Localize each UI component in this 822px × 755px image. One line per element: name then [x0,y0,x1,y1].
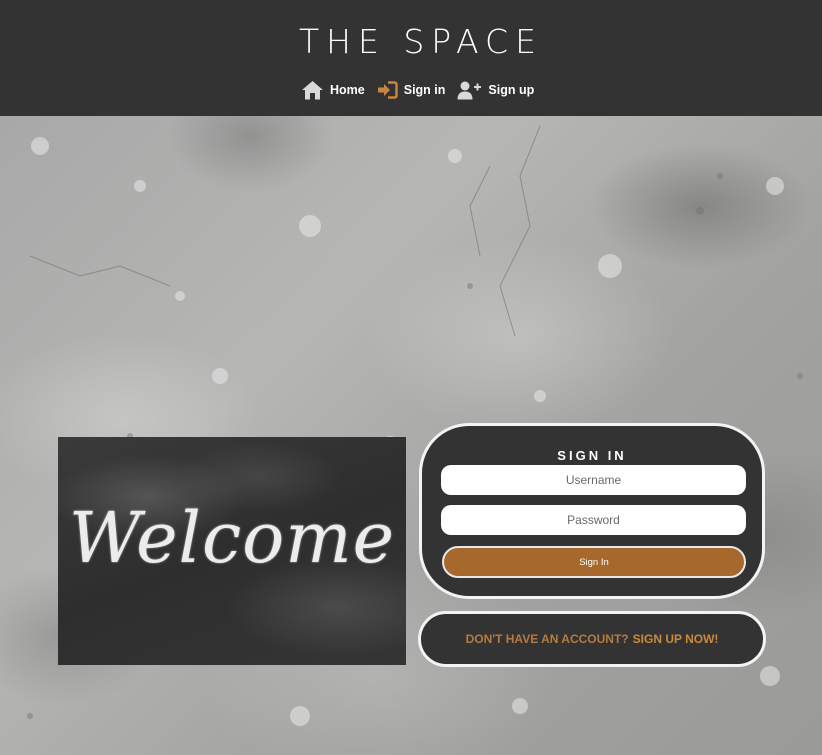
sign-up-prompt-card: DON'T HAVE AN ACCOUNT? SIGN UP NOW! [418,611,766,667]
password-input[interactable] [441,505,746,535]
welcome-text: Welcome [68,497,396,579]
nav-home-label: Home [330,83,365,97]
sign-in-title: SIGN IN [557,448,627,463]
home-icon [302,81,323,100]
nav-home[interactable]: Home [301,80,365,100]
sign-in-form: SIGN IN Sign In [419,423,765,599]
sign-in-button[interactable]: Sign In [442,546,746,578]
welcome-chalkboard-image: Welcome [58,437,406,665]
sign-in-icon [377,81,398,99]
nav-sign-in[interactable]: Sign in [377,81,446,99]
username-input[interactable] [441,465,746,495]
nav-sign-up-label: Sign up [488,83,535,97]
sign-up-link[interactable]: SIGN UP NOW! [633,632,719,646]
top-header: THE SPACE Home Sign in Sign up [0,0,822,116]
brand-logo[interactable]: THE SPACE [299,22,536,62]
main-nav: Home Sign in Sign up [301,78,546,102]
sign-up-prompt: DON'T HAVE AN ACCOUNT? [465,632,629,646]
nav-sign-in-label: Sign in [403,83,446,97]
user-plus-icon [457,81,482,100]
nav-sign-up[interactable]: Sign up [457,80,534,100]
